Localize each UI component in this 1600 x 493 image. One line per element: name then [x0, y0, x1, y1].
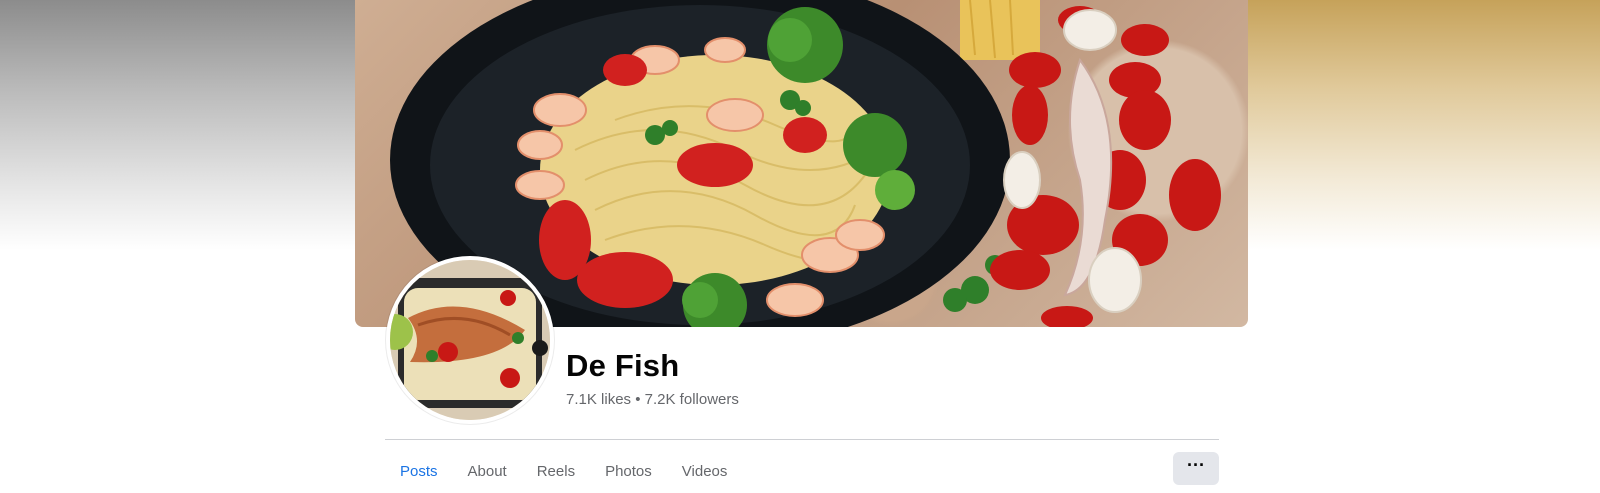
tab-posts[interactable]: Posts	[385, 451, 453, 491]
cover-backdrop-right	[1248, 0, 1600, 250]
page-stats: 7.1K likes • 7.2K followers	[566, 391, 739, 408]
more-options-icon: ···	[1187, 454, 1205, 475]
stats-separator: •	[635, 391, 641, 408]
tabs-divider	[385, 439, 1219, 440]
likes-count[interactable]: 7.1K likes	[566, 391, 631, 408]
followers-count[interactable]: 7.2K followers	[645, 391, 739, 408]
profile-avatar[interactable]	[386, 256, 554, 424]
more-options-button[interactable]: ···	[1173, 452, 1219, 485]
tab-photos[interactable]: Photos	[590, 451, 667, 491]
page-title: De Fish	[566, 348, 680, 383]
tab-reels[interactable]: Reels	[522, 451, 590, 491]
tab-about[interactable]: About	[453, 451, 522, 491]
tab-videos[interactable]: Videos	[667, 451, 743, 491]
cover-backdrop-left	[0, 0, 355, 250]
profile-photo-image	[390, 260, 550, 420]
profile-tabs: Posts About Reels Photos Videos	[385, 451, 742, 491]
spaghetti-bundle	[960, 0, 1040, 60]
